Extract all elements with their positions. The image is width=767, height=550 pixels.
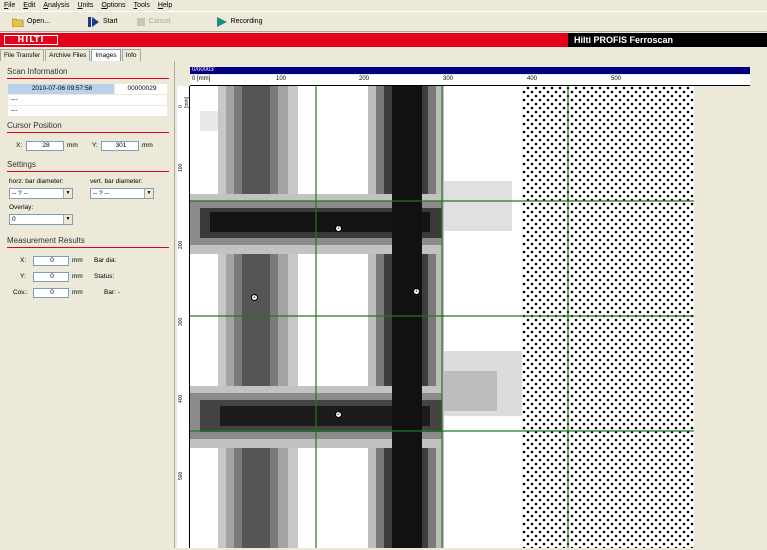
menu-item-analysis[interactable]: Analysis [39, 2, 73, 9]
vscale-tick: 400 [178, 394, 184, 403]
result-x-label: X: [20, 257, 27, 264]
rebar-marker[interactable]: 2 [335, 411, 342, 418]
overlay-select[interactable]: 0 ▼ [9, 214, 73, 225]
rebar-scan-svg [190, 86, 694, 548]
scan-id: 00000029 [115, 84, 167, 94]
vert-bar-label: vert. bar diameter: [90, 178, 143, 185]
scan-header-bar: 0/00003 [190, 67, 750, 74]
horz-bar-value: -- ? -- [12, 190, 28, 197]
hilti-logo: HILTI [4, 35, 58, 45]
play-icon [216, 16, 227, 27]
chevron-down-icon: ▼ [63, 215, 72, 224]
settings-divider [7, 171, 169, 172]
menu-item-help[interactable]: Help [154, 2, 176, 9]
recording-button[interactable]: Recording [216, 14, 263, 30]
result-cov-unit: mm [72, 289, 83, 296]
brand-bar: HILTI Hilti PROFIS Ferroscan [0, 33, 767, 47]
result-y-unit: mm [72, 273, 83, 280]
horizontal-scale: 0 [mm] 100 200 300 400 500 [190, 75, 750, 86]
menu-item-options[interactable]: Options [97, 2, 129, 9]
overlay-label: Overlay: [9, 204, 34, 211]
left-panel: Scan Information 2010-07-06 09:57:58 000… [1, 61, 175, 548]
app-title: Hilti PROFIS Ferroscan [568, 33, 767, 47]
ferroscan-image[interactable]: 1 2 1 2 [190, 86, 694, 548]
recording-label: Recording [230, 18, 263, 25]
menu-item-file[interactable]: File [0, 2, 19, 9]
chevron-down-icon: ▼ [144, 189, 153, 198]
cursor-x-unit: mm [67, 142, 78, 149]
tab-archive-files[interactable]: Archive Files [45, 49, 91, 61]
start-icon [87, 16, 99, 27]
hscale-tick: 400 [527, 76, 538, 82]
vscale-tick: 100 [178, 163, 184, 172]
hscale-tick: 100 [276, 76, 287, 82]
settings-title: Settings [7, 160, 36, 169]
bar-dia-label: Bar dia: [94, 257, 117, 264]
result-cov-label: Cov.: [13, 289, 28, 296]
vscale-tick: 500 [178, 471, 184, 480]
result-cov-field: 0 [33, 288, 69, 298]
tab-info[interactable]: Info [121, 49, 141, 61]
measurement-results-title: Measurement Results [7, 236, 85, 245]
tab-images[interactable]: Images [91, 49, 121, 61]
scan-info-line1: --- [8, 95, 167, 105]
hscale-tick: 0 [mm] [192, 76, 211, 82]
scan-info-title: Scan Information [7, 67, 68, 76]
tab-file-transfer[interactable]: File Transfer [0, 49, 45, 61]
tab-bar: File Transfer Archive Files Images Info [0, 49, 142, 61]
bar-label: Bar: - [104, 289, 120, 296]
rebar-marker[interactable]: 2 [251, 294, 258, 301]
cursor-x-label: X: [16, 142, 23, 149]
rebar-marker[interactable]: 1 [413, 288, 420, 295]
vert-bar-select[interactable]: -- ? -- ▼ [90, 188, 154, 199]
menu-item-tools[interactable]: Tools [130, 2, 154, 9]
cursor-y-field: 301 [101, 141, 139, 151]
start-button[interactable]: Start [87, 14, 118, 30]
cursor-x-field: 28 [26, 141, 64, 151]
hscale-tick: 500 [611, 76, 622, 82]
cursor-y-unit: mm [142, 142, 153, 149]
cursor-y-label: Y: [92, 142, 98, 149]
menu-bar: File Edit Analysis Units Options Tools Help [0, 0, 767, 11]
menu-item-edit[interactable]: Edit [19, 2, 39, 9]
scan-info-divider [7, 78, 169, 79]
open-label: Open... [27, 18, 50, 25]
vscale-tick: 200 [178, 240, 184, 249]
vscale-tick: 300 [178, 317, 184, 326]
vscale-tick: 0 [mm] [178, 96, 190, 108]
hscale-tick: 300 [443, 76, 454, 82]
vert-bar-value: -- ? -- [93, 190, 109, 197]
status-label: Status: [94, 273, 115, 280]
hscale-tick: 200 [359, 76, 370, 82]
overlay-value: 0 [12, 216, 16, 223]
open-button[interactable]: Open... [12, 14, 50, 30]
unscanned-region [522, 86, 694, 548]
menu-item-units[interactable]: Units [73, 2, 97, 9]
horz-bar-label: horz. bar diameter: [9, 178, 64, 185]
vertical-scale: 0 [mm] 100 200 300 400 500 [177, 86, 190, 548]
chevron-down-icon: ▼ [63, 189, 72, 198]
scan-datetime: 2010-07-06 09:57:58 [8, 84, 114, 94]
start-label: Start [102, 18, 118, 25]
horz-bar-select[interactable]: -- ? -- ▼ [9, 188, 73, 199]
result-x-field: 0 [33, 256, 69, 266]
folder-icon [12, 18, 24, 27]
scan-info-line2: --- [8, 106, 167, 116]
cursor-position-title: Cursor Position [7, 121, 62, 130]
toolbar: Open... Start Cancel Recording [0, 11, 767, 32]
cursor-divider [7, 132, 169, 133]
result-x-unit: mm [72, 257, 83, 264]
cancel-label: Cancel [148, 18, 171, 25]
cancel-button[interactable]: Cancel [136, 14, 171, 30]
rebar-marker[interactable]: 1 [335, 225, 342, 232]
result-y-label: Y: [20, 273, 26, 280]
stop-icon [136, 17, 145, 26]
result-y-field: 0 [33, 272, 69, 282]
results-divider [7, 247, 169, 248]
